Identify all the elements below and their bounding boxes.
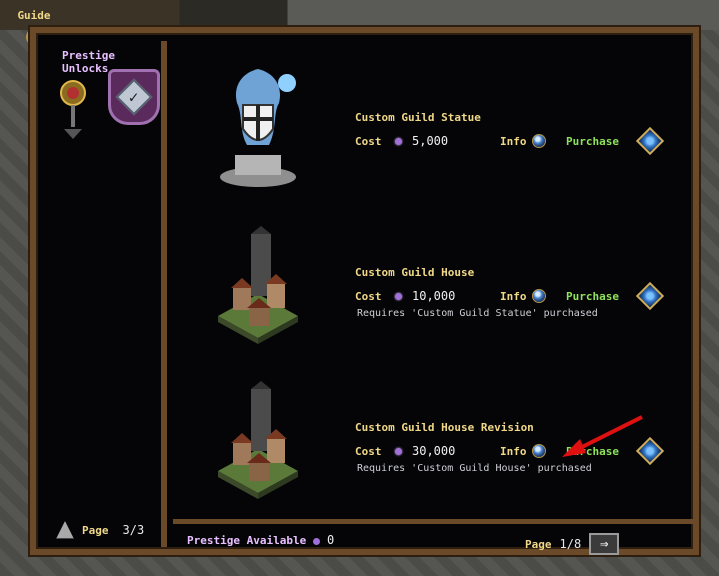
- up-arrow-icon[interactable]: [56, 521, 74, 539]
- guild-unlock-tab-icon[interactable]: ✓: [108, 69, 160, 125]
- sidebar-page-value: 3/3: [122, 523, 145, 537]
- purchase-button[interactable]: [635, 126, 665, 156]
- info-icon[interactable]: [532, 289, 546, 303]
- cost-value: 10,000: [412, 289, 456, 303]
- prestige-gem-icon: [395, 137, 402, 145]
- guild-house-revision-icon: [218, 381, 298, 499]
- item-name: Custom Guild Statue: [355, 111, 481, 124]
- sidebar-page-label: Page: [82, 523, 109, 537]
- prestige-gem-icon: [395, 447, 402, 455]
- item-name: Custom Guild House: [355, 266, 475, 279]
- annotation-arrow-icon: [562, 415, 643, 457]
- purchase-label: Purchase: [566, 134, 619, 148]
- arrow-right-icon: ⇒: [599, 536, 609, 552]
- item-actions: Cost 5,000 Info Purchase: [355, 126, 665, 156]
- item-actions: Cost 10,000 Info Purchase: [355, 281, 665, 311]
- cost-value: 5,000: [412, 134, 449, 148]
- guild-house-icon: [218, 226, 298, 344]
- info-label: Info: [500, 289, 527, 303]
- guide-tab[interactable]: Guide: [12, 6, 56, 26]
- requirement-text: Requires 'Custom Guild House' purchased: [357, 463, 592, 474]
- purchase-label: Purchase: [566, 289, 619, 303]
- item-name: Custom Guild House Revision: [355, 421, 534, 434]
- info-icon[interactable]: [532, 134, 546, 148]
- next-page-button[interactable]: ⇒: [589, 533, 620, 555]
- info-label: Info: [500, 134, 527, 148]
- cost-label: Cost: [355, 134, 382, 148]
- prestige-gem-icon: [313, 538, 320, 545]
- info-icon[interactable]: [532, 444, 546, 458]
- cost-label: Cost: [355, 444, 382, 458]
- footer-bar: Prestige Available 0 Page 1/8 ⇒: [173, 519, 693, 555]
- content-page-label: Page: [525, 537, 552, 551]
- content-page-value: 1/8: [559, 537, 582, 551]
- info-label: Info: [500, 444, 527, 458]
- prestige-available-label: Prestige Available: [187, 534, 307, 547]
- cost-label: Cost: [355, 289, 382, 303]
- cost-value: 30,000: [412, 444, 456, 458]
- purchase-button[interactable]: [635, 281, 665, 311]
- prestige-available-value: 0: [327, 533, 335, 547]
- sidebar-pagination: Page 3/3: [56, 521, 144, 539]
- game-world-background: [0, 0, 719, 30]
- sidebar: Prestige Unlocks ✓ Page 3/3: [44, 41, 167, 547]
- prestige-gem-icon: [395, 292, 402, 300]
- list-item: Custom Guild House Cost 10,000 Info Purc…: [173, 204, 693, 354]
- dragon-statue-icon: [220, 69, 296, 187]
- list-item: Custom Guild Statue Cost 5,000 Info Purc…: [173, 49, 693, 199]
- requirement-text: Requires 'Custom Guild Statue' purchased: [357, 308, 598, 319]
- content-pagination: Page 1/8 ⇒: [525, 533, 620, 555]
- wreath-icon[interactable]: [58, 77, 88, 141]
- prestige-window: Prestige Unlocks ✓ Page 3/3 Custom Guild…: [30, 27, 699, 555]
- checkmark-icon: ✓: [115, 78, 153, 116]
